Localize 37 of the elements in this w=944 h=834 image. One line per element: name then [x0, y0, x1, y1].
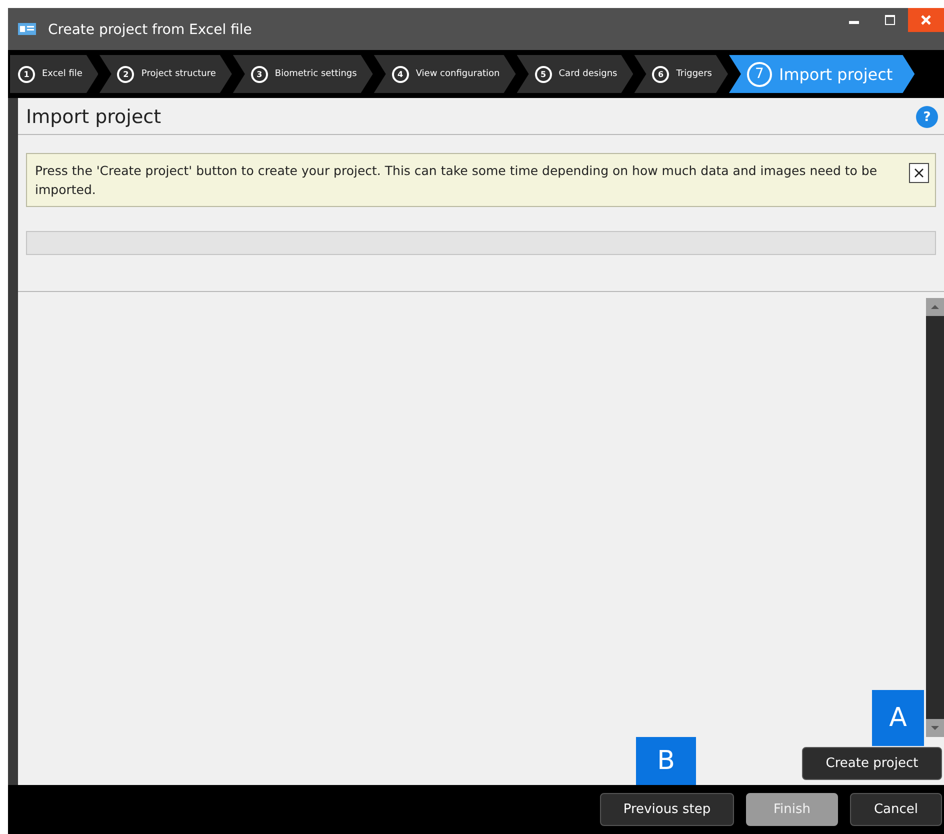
window-title: Create project from Excel file [48, 22, 252, 38]
step-number: 6 [652, 66, 670, 82]
wizard-step-tab[interactable]: 6 Triggers [634, 55, 728, 93]
wizard-step-tab[interactable]: 5 Card designs [516, 55, 634, 93]
wizard-step-tab[interactable]: 3 Biometric settings [232, 55, 373, 93]
step-number: 1 [18, 66, 35, 82]
close-icon [921, 15, 931, 25]
help-button[interactable]: ? [916, 106, 938, 128]
footer-button[interactable]: Previous step [600, 793, 734, 826]
step-number: 5 [534, 66, 552, 82]
step-label: Project structure [141, 69, 216, 79]
step-label: Import project [778, 64, 893, 84]
close-icon [914, 168, 924, 178]
step-label: Triggers [676, 69, 712, 79]
scroll-down-icon[interactable] [926, 719, 944, 737]
step-number: 3 [250, 66, 268, 82]
scrollbar[interactable] [926, 298, 944, 737]
step-number: 4 [392, 66, 409, 82]
scroll-up-icon[interactable] [926, 298, 944, 316]
wizard-step-tab[interactable]: 1 Excel file [10, 55, 98, 93]
step-label: Card designs [558, 69, 618, 79]
callout-label: A [872, 690, 924, 746]
step-number: 2 [117, 66, 134, 82]
step-number: 7 [746, 62, 772, 86]
close-button[interactable] [909, 163, 929, 183]
step-label: Excel file [42, 69, 82, 79]
wizard-step-tab[interactable]: 2 Project structure [99, 55, 232, 93]
page-heading: Import project [26, 106, 162, 128]
notice-text: Press the 'Create project' button to create your project. This can take some time depending on how much data and images need to be imported. [35, 162, 878, 199]
maximize-icon [885, 15, 895, 25]
step-label: Biometric settings [274, 69, 357, 79]
id-card-icon [18, 23, 36, 35]
footer-button[interactable]: Cancel [850, 793, 942, 826]
step-label: View configuration [416, 69, 500, 79]
create-project-button[interactable]: Create project [802, 746, 942, 780]
callout-label: B [636, 737, 696, 785]
wizard-step-tab[interactable]: 4 View configuration [374, 55, 516, 93]
